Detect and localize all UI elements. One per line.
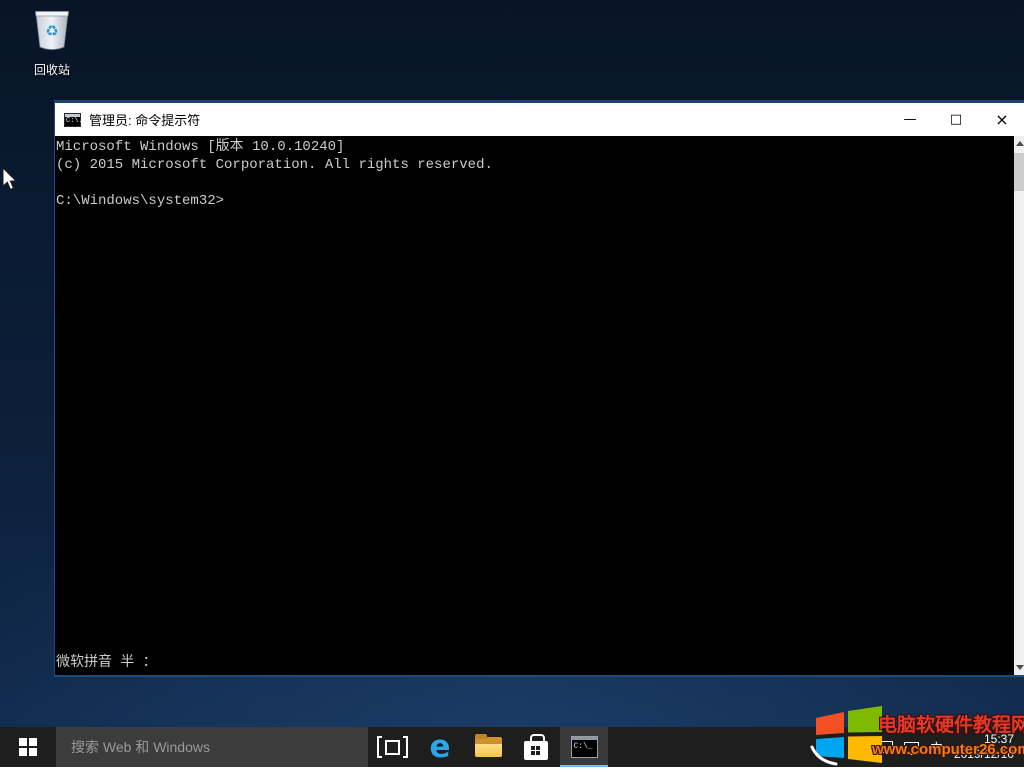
command-prompt-window: C:\. 管理员: 命令提示符 — □ × Microsoft Windows … xyxy=(54,100,1024,677)
store-icon xyxy=(524,741,548,760)
task-view-icon xyxy=(377,736,408,758)
taskbar: 搜索 Web 和 Windows e C:\_ xyxy=(0,727,1024,767)
task-view-button[interactable] xyxy=(368,727,416,767)
taskbar-search-input[interactable]: 搜索 Web 和 Windows xyxy=(56,727,368,767)
console-line: (c) 2015 Microsoft Corporation. All righ… xyxy=(56,156,1011,174)
scroll-up-icon[interactable] xyxy=(1014,136,1024,151)
cmd-taskbar-button[interactable]: C:\_ xyxy=(560,727,608,767)
mouse-cursor xyxy=(2,167,19,196)
recycle-bin[interactable]: ♻ 回收站 xyxy=(14,6,90,78)
start-button[interactable] xyxy=(0,727,56,767)
console-line: Microsoft Windows [版本 10.0.10240] xyxy=(56,138,1011,156)
file-explorer-button[interactable] xyxy=(464,727,512,767)
edge-icon: e xyxy=(429,732,450,763)
cmd-icon: C:\. xyxy=(64,113,81,127)
recycle-bin-label: 回收站 xyxy=(14,61,90,78)
search-placeholder: 搜索 Web 和 Windows xyxy=(71,737,210,757)
ime-mode-indicator[interactable]: 中 xyxy=(930,738,943,757)
system-tray: 中 15:37 2019/12/10 xyxy=(875,727,1014,767)
svg-text:♻: ♻ xyxy=(45,22,58,40)
close-button[interactable]: × xyxy=(979,103,1024,136)
cmd-taskbar-icon: C:\_ xyxy=(571,736,598,758)
window-controls: — □ × xyxy=(887,103,1024,136)
maximize-button[interactable]: □ xyxy=(933,103,979,136)
window-titlebar[interactable]: C:\. 管理员: 命令提示符 — □ × xyxy=(55,103,1024,136)
recycle-bin-icon: ♻ xyxy=(29,6,75,59)
desktop: ♻ 回收站 C:\. 管理员: 命令提示符 — □ × Microsoft Wi… xyxy=(0,0,1024,767)
network-icon[interactable] xyxy=(904,742,919,753)
clock[interactable]: 15:37 2019/12/10 xyxy=(954,732,1014,762)
window-title: 管理员: 命令提示符 xyxy=(89,110,200,129)
scrollbar-thumb[interactable] xyxy=(1014,153,1024,191)
console-output[interactable]: Microsoft Windows [版本 10.0.10240] (c) 20… xyxy=(55,136,1024,675)
ime-status-line: 微软拼音 半 ： xyxy=(56,654,157,672)
touch-keyboard-icon[interactable] xyxy=(875,741,893,753)
console-scrollbar[interactable] xyxy=(1014,136,1024,675)
taskbar-icons: e C:\_ xyxy=(368,727,608,767)
scroll-down-icon[interactable] xyxy=(1014,660,1024,675)
windows-logo-icon xyxy=(19,738,37,756)
store-button[interactable] xyxy=(512,727,560,767)
console-line xyxy=(56,174,1011,192)
clock-date: 2019/12/10 xyxy=(954,747,1014,762)
minimize-button[interactable]: — xyxy=(887,103,933,136)
file-explorer-icon xyxy=(475,737,502,757)
console-prompt-line: C:\Windows\system32> xyxy=(56,192,1011,210)
edge-button[interactable]: e xyxy=(416,727,464,767)
clock-time: 15:37 xyxy=(954,732,1014,747)
